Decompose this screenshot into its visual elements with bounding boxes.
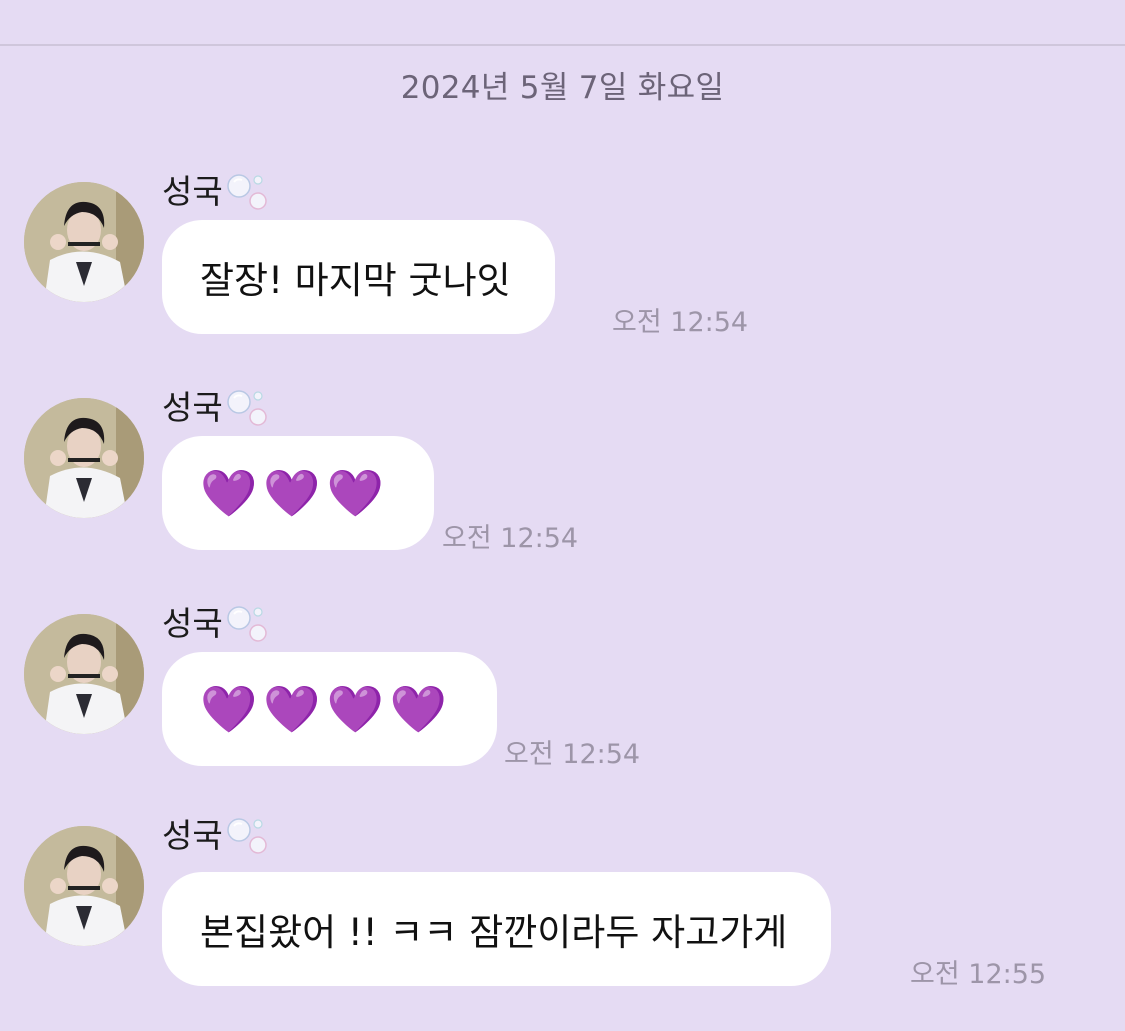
message-item: 성국 본집왔어 !! ㅋㅋ 잠깐이라두 자고가게 오전 12:55 (0, 816, 1125, 995)
avatar[interactable] (24, 398, 144, 518)
avatar[interactable] (24, 182, 144, 302)
message-bubble[interactable]: 본집왔어 !! ㅋㅋ 잠깐이라두 자고가게 (162, 872, 832, 986)
date-header: 2024년 5월 7일 화요일 (400, 70, 725, 106)
sender-label: 성국 (162, 388, 223, 427)
message-item: 성국 💜💜💜 오전 12:54 (0, 388, 1125, 567)
soap-bubbles-icon (225, 604, 271, 644)
soap-bubbles-icon (225, 172, 271, 212)
message-timestamp: 오전 12:54 (612, 307, 749, 338)
sender-name: 성국 (162, 602, 271, 646)
message-timestamp: 오전 12:54 (442, 523, 579, 554)
sender-label: 성국 (162, 816, 223, 855)
avatar[interactable] (24, 826, 144, 946)
message-bubble[interactable]: 💜💜💜💜 (162, 652, 498, 766)
message-timestamp: 오전 12:54 (504, 739, 641, 770)
message-item: 성국 💜💜💜💜 오전 12:54 (0, 604, 1125, 783)
soap-bubbles-icon (225, 388, 271, 428)
message-timestamp: 오전 12:55 (910, 959, 1047, 990)
top-divider (0, 44, 1125, 46)
sender-name: 성국 (162, 814, 271, 858)
sender-label: 성국 (162, 172, 223, 211)
sender-name: 성국 (162, 170, 271, 214)
sender-name: 성국 (162, 386, 271, 430)
sender-label: 성국 (162, 604, 223, 643)
message-bubble[interactable]: 💜💜💜 (162, 436, 434, 550)
message-item: 성국 잘장! 마지막 굿나잇 오전 12:54 (0, 172, 1125, 351)
avatar[interactable] (24, 614, 144, 734)
soap-bubbles-icon (225, 816, 271, 856)
message-bubble[interactable]: 잘장! 마지막 굿나잇 (162, 220, 555, 334)
